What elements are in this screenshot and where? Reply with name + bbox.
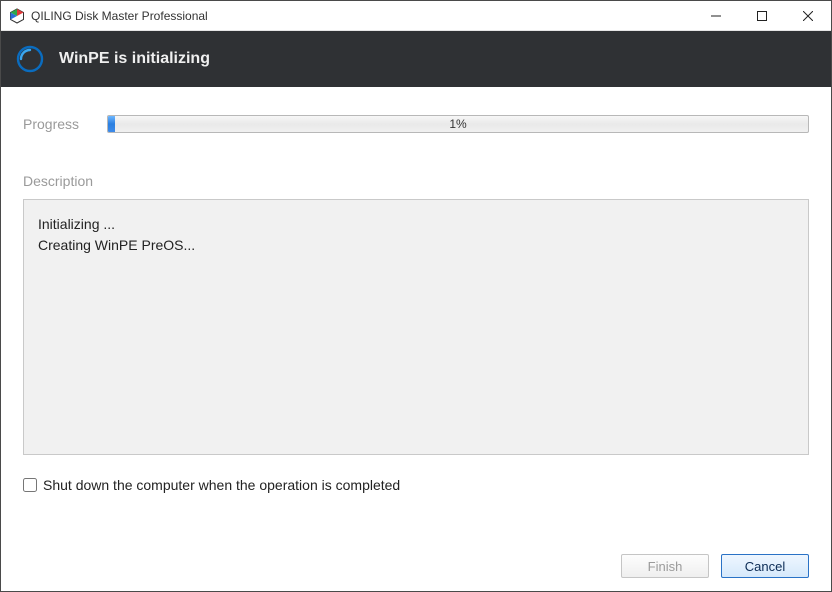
content-area: Progress 1% Description Initializing ...… — [1, 87, 831, 541]
close-button[interactable] — [785, 1, 831, 30]
finish-button: Finish — [621, 554, 709, 578]
description-label: Description — [23, 173, 809, 189]
shutdown-label: Shut down the computer when the operatio… — [43, 477, 400, 493]
shutdown-option[interactable]: Shut down the computer when the operatio… — [23, 477, 809, 493]
progress-bar-fill — [108, 116, 115, 132]
app-window: QILING Disk Master Professional WinPE is… — [0, 0, 832, 592]
progress-bar: 1% — [107, 115, 809, 133]
app-icon — [9, 8, 25, 24]
cancel-button[interactable]: Cancel — [721, 554, 809, 578]
task-title: WinPE is initializing — [59, 50, 210, 68]
description-box: Initializing ... Creating WinPE PreOS... — [23, 199, 809, 455]
progress-percent-text: 1% — [449, 117, 466, 131]
task-header: WinPE is initializing — [1, 31, 831, 87]
minimize-button[interactable] — [693, 1, 739, 30]
maximize-button[interactable] — [739, 1, 785, 30]
progress-row: Progress 1% — [23, 115, 809, 133]
titlebar: QILING Disk Master Professional — [1, 1, 831, 31]
shutdown-checkbox[interactable] — [23, 478, 37, 492]
window-controls — [693, 1, 831, 30]
footer: Finish Cancel — [1, 541, 831, 591]
app-title: QILING Disk Master Professional — [31, 9, 693, 23]
progress-label: Progress — [23, 116, 93, 132]
winpe-icon — [15, 44, 45, 74]
